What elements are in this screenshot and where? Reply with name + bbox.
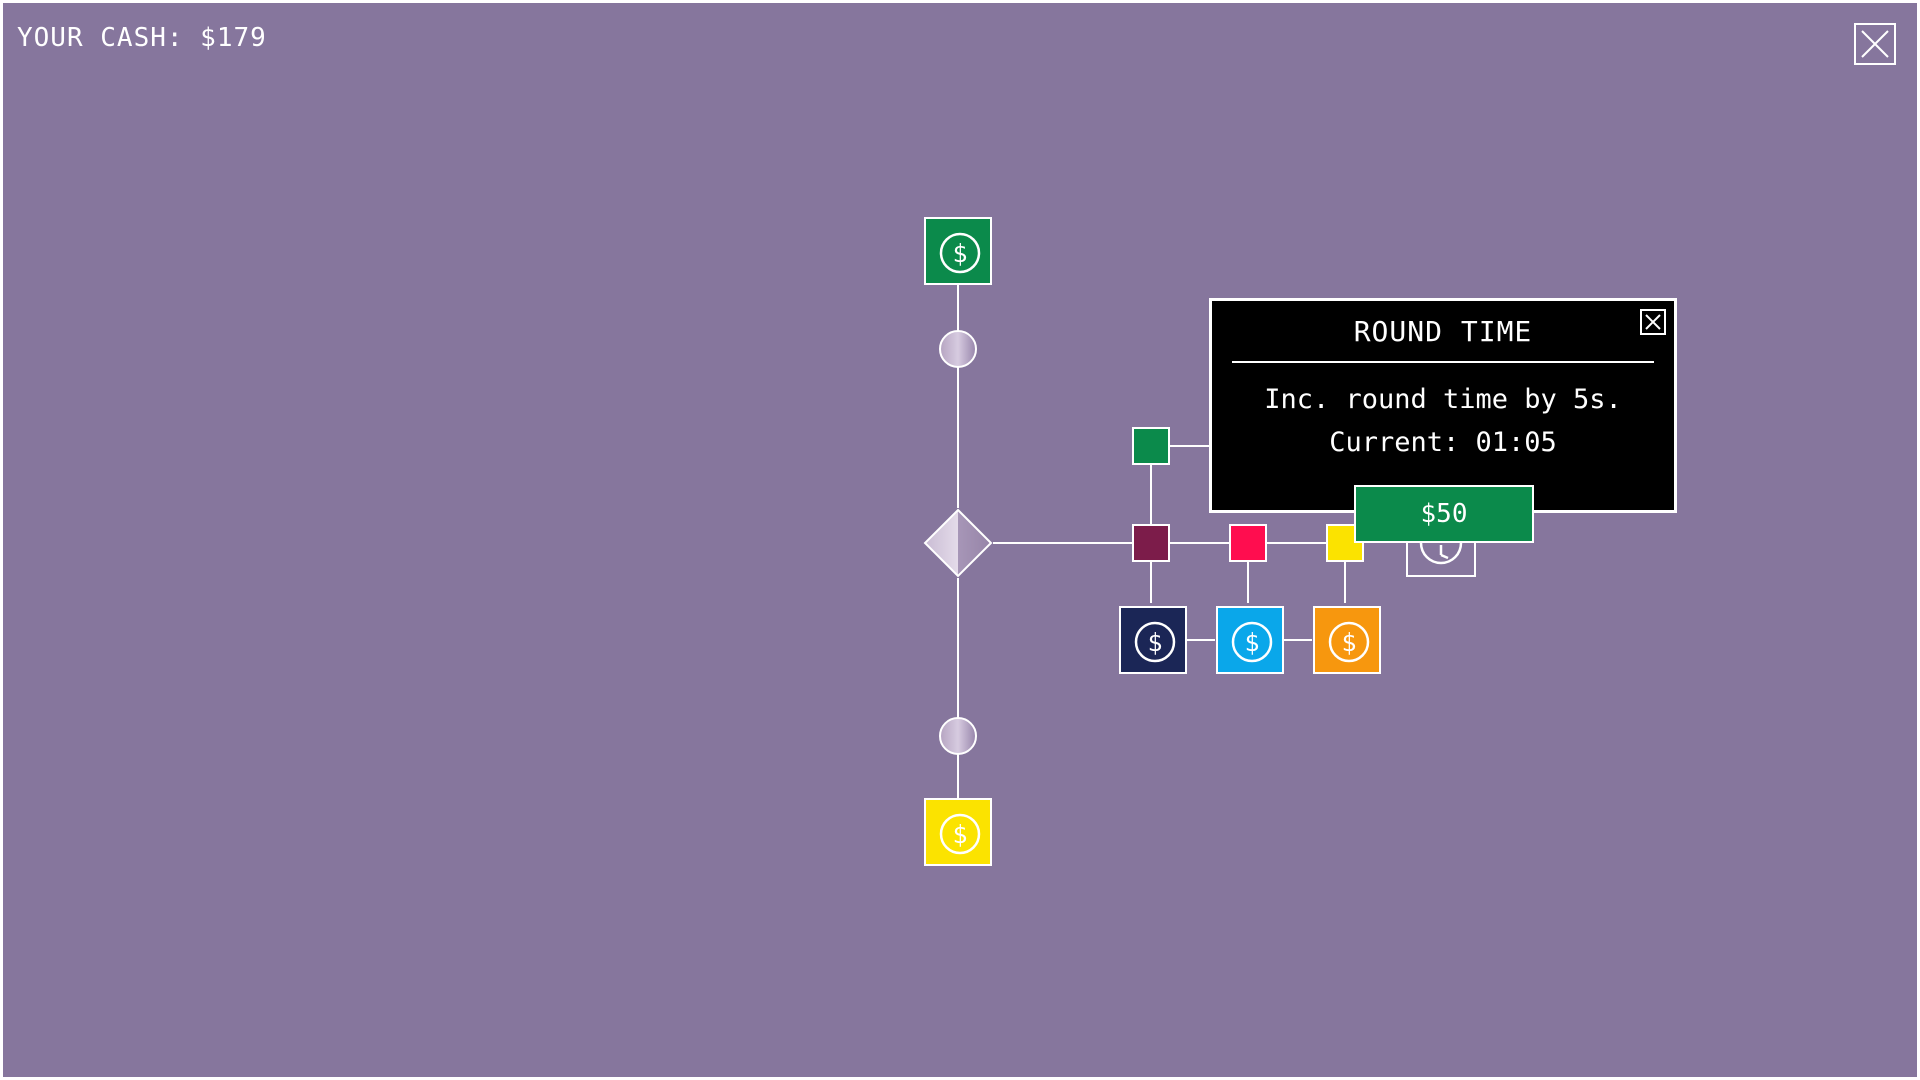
upgrade-node-root-diamond[interactable] (923, 508, 993, 578)
upgrade-node-green-coin[interactable]: $ (924, 217, 992, 285)
svg-text:$: $ (1147, 628, 1162, 657)
upgrade-node-cyan-coin[interactable]: $ (1216, 606, 1284, 674)
popup-current-value: Current: 01:05 (1329, 427, 1557, 458)
upgrade-node-yellow-coin[interactable]: $ (924, 798, 992, 866)
upgrade-node-circle-bottom[interactable] (939, 717, 977, 755)
buy-upgrade-button[interactable]: $50 (1354, 485, 1534, 543)
upgrade-node-green-square[interactable] (1132, 427, 1170, 465)
dollar-coin-icon: $ (1134, 621, 1176, 663)
dollar-coin-icon: $ (939, 813, 981, 855)
svg-text:$: $ (952, 239, 967, 268)
svg-text:$: $ (1244, 628, 1259, 657)
upgrade-node-circle-top[interactable] (939, 330, 977, 368)
svg-text:$: $ (952, 820, 967, 849)
upgrade-node-red-square[interactable] (1229, 524, 1267, 562)
upgrade-tooltip-popup: ROUND TIME Inc. round time by 5s. Curren… (1209, 298, 1677, 513)
popup-divider (1232, 361, 1654, 363)
diamond-icon (923, 508, 993, 578)
dollar-coin-icon: $ (1231, 621, 1273, 663)
close-icon[interactable] (1640, 309, 1666, 335)
game-screen: YOUR CASH: $179 $ $ $ $ $ ROUND TIME Inc… (3, 3, 1917, 1077)
dollar-coin-icon: $ (939, 232, 981, 274)
upgrade-node-navy-coin[interactable]: $ (1119, 606, 1187, 674)
svg-text:$: $ (1341, 628, 1356, 657)
upgrade-node-maroon-square[interactable] (1132, 524, 1170, 562)
upgrade-node-orange-coin[interactable]: $ (1313, 606, 1381, 674)
popup-title: ROUND TIME (1353, 315, 1533, 348)
dollar-coin-icon: $ (1328, 621, 1370, 663)
popup-description: Inc. round time by 5s. (1264, 384, 1622, 415)
